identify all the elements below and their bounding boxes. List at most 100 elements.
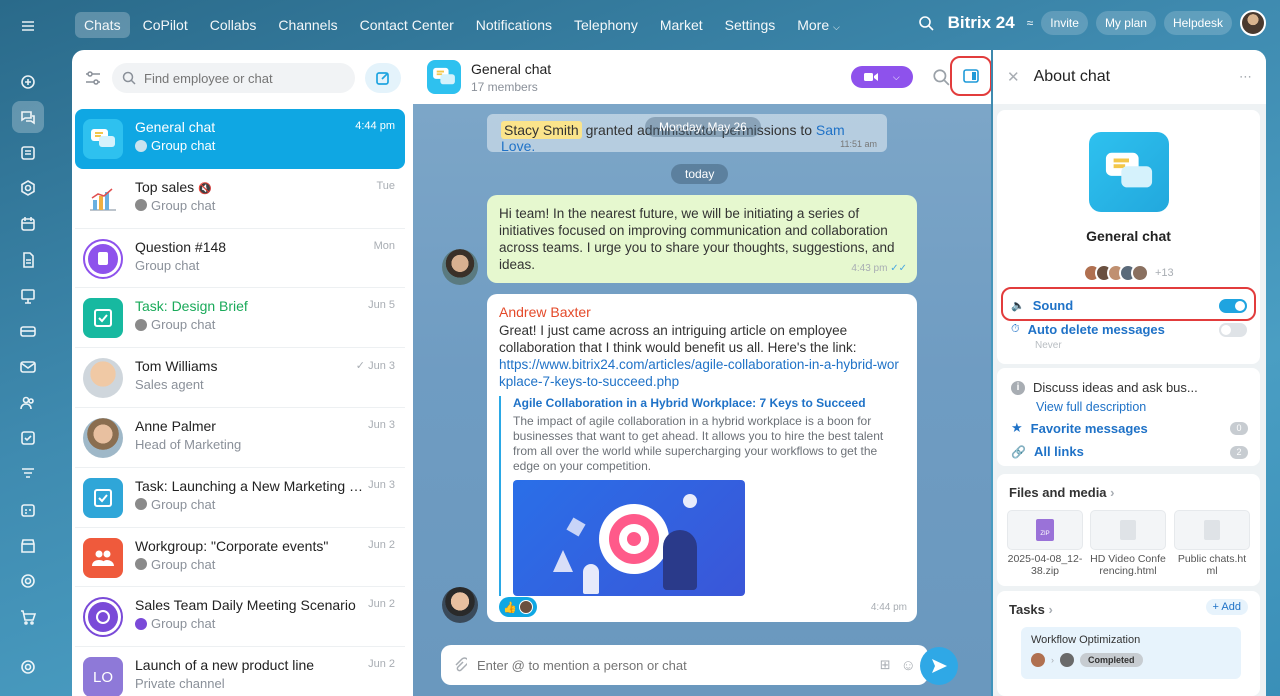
- tab-market[interactable]: Market: [651, 12, 712, 38]
- auto-delete-toggle[interactable]: [1219, 323, 1247, 337]
- tab-chats[interactable]: Chats: [75, 12, 130, 38]
- collabs-icon[interactable]: [12, 172, 44, 204]
- message-author[interactable]: Andrew Baxter: [499, 304, 905, 321]
- search-icon[interactable]: [918, 15, 934, 31]
- filter-icon[interactable]: [12, 458, 44, 490]
- chat-item-anne-palmer[interactable]: Anne Palmer Head of Marketing Jun 3: [75, 408, 405, 468]
- members-count[interactable]: 17 members: [471, 80, 551, 94]
- cart-icon[interactable]: [12, 601, 44, 633]
- tab-more[interactable]: More ⌵: [788, 12, 849, 38]
- chat-subtitle: Group chat: [151, 197, 216, 213]
- file-item[interactable]: ZIP 2025-04-08_12-38.zip: [1007, 510, 1083, 577]
- chevron-right-icon: ›: [1051, 655, 1054, 665]
- employees-icon[interactable]: [12, 387, 44, 419]
- sound-toggle[interactable]: [1219, 299, 1247, 313]
- schedule-icon[interactable]: [12, 494, 44, 526]
- message-text: Hi team! In the nearest future, we will …: [499, 206, 895, 272]
- send-button[interactable]: [920, 647, 958, 685]
- tasks-icon[interactable]: [12, 422, 44, 454]
- preview-title[interactable]: Agile Collaboration in a Hybrid Workplac…: [513, 396, 905, 411]
- chat-item-marketing-task[interactable]: Task: Launching a New Marketing C... Gro…: [75, 468, 405, 528]
- favorites-row[interactable]: ★ Favorite messages: [1011, 420, 1148, 436]
- grid-icon[interactable]: ⊞: [880, 657, 891, 673]
- sliders-icon[interactable]: ≈: [1027, 16, 1034, 30]
- tab-collabs[interactable]: Collabs: [201, 12, 266, 38]
- feed-icon[interactable]: [12, 137, 44, 169]
- avatar[interactable]: [442, 587, 478, 623]
- chat-subtitle: Sales agent: [135, 377, 204, 393]
- tab-contact-center[interactable]: Contact Center: [351, 12, 463, 38]
- chat-item-workgroup[interactable]: Workgroup: "Corporate events" Group chat…: [75, 528, 405, 588]
- view-description-link[interactable]: View full description: [1036, 400, 1146, 414]
- reaction-badge[interactable]: 👍: [499, 597, 537, 617]
- chat-item-tom-williams[interactable]: Tom Williams Sales agent ✓ Jun 3: [75, 348, 405, 408]
- new-chat-button[interactable]: [365, 63, 401, 93]
- smile-icon[interactable]: ☺: [901, 657, 916, 674]
- menu-icon[interactable]: [12, 10, 44, 42]
- task-check-icon: [83, 477, 123, 518]
- chat-name: Workgroup: "Corporate events": [135, 537, 329, 554]
- toggle-sidebar-button[interactable]: [950, 56, 991, 96]
- user-avatar[interactable]: [1240, 10, 1266, 36]
- avatar[interactable]: [442, 249, 478, 285]
- close-icon[interactable]: ✕: [1007, 68, 1020, 86]
- tab-settings[interactable]: Settings: [716, 12, 785, 38]
- invite-button[interactable]: Invite: [1041, 11, 1088, 35]
- member-avatars[interactable]: +13: [1083, 264, 1174, 282]
- filter-sliders-icon[interactable]: [84, 69, 102, 87]
- task-item[interactable]: Workflow Optimization › Completed: [1021, 627, 1241, 679]
- mail-icon[interactable]: [12, 351, 44, 383]
- compose-icon: [376, 72, 389, 85]
- links-row[interactable]: 🔗 All links: [1011, 444, 1084, 459]
- message-input[interactable]: [477, 657, 870, 673]
- file-item[interactable]: Public chats.html: [1174, 510, 1250, 577]
- store-icon[interactable]: [12, 530, 44, 562]
- description-card: i Discuss ideas and ask bus... View full…: [997, 368, 1260, 466]
- chat-item-top-sales[interactable]: Top sales 🔇 Group chat Tue: [75, 169, 405, 229]
- tasks-section-title[interactable]: Tasks ›: [1009, 602, 1053, 617]
- search-icon[interactable]: [932, 68, 950, 86]
- avatar: [83, 417, 123, 458]
- tab-notifications[interactable]: Notifications: [467, 12, 561, 38]
- link-preview[interactable]: Agile Collaboration in a Hybrid Workplac…: [499, 396, 905, 596]
- paperclip-icon[interactable]: [453, 657, 467, 673]
- settings-gear-icon[interactable]: [12, 651, 44, 683]
- file-item[interactable]: HD Video Conferencing.html: [1090, 510, 1166, 577]
- preview-image-target[interactable]: [513, 480, 745, 596]
- search-input[interactable]: [144, 70, 334, 86]
- chat-item-general[interactable]: General chat Group chat 4:44 pm: [75, 109, 405, 169]
- chat-header: General chat 17 members ⌵: [413, 50, 991, 104]
- avatar: [1060, 653, 1074, 667]
- files-section-title[interactable]: Files and media ›: [1009, 485, 1115, 500]
- search-box[interactable]: [112, 63, 355, 93]
- clock-icon: ⏱: [1011, 323, 1020, 335]
- message-link[interactable]: https://www.bitrix24.com/articles/agile-…: [499, 356, 905, 390]
- about-chat-panel: ✕ About chat ⋯ General chat +13 🔈 Sound …: [993, 50, 1266, 696]
- chat-item-product-launch[interactable]: LO Launch of a new product line Private …: [75, 647, 405, 696]
- chats-icon[interactable]: [12, 101, 44, 133]
- chat-item-sales-meeting[interactable]: Sales Team Daily Meeting Scenario Group …: [75, 587, 405, 648]
- tab-copilot[interactable]: CoPilot: [134, 12, 197, 38]
- calendar-icon[interactable]: [12, 208, 44, 240]
- tab-channels[interactable]: Channels: [269, 12, 346, 38]
- document-icon[interactable]: [12, 244, 44, 276]
- helpdesk-button[interactable]: Helpdesk: [1163, 11, 1232, 35]
- crm-icon[interactable]: [12, 315, 44, 347]
- more-members: +13: [1155, 267, 1174, 279]
- chevron-right-icon: ›: [1048, 602, 1053, 617]
- video-call-button[interactable]: ⌵: [851, 66, 913, 88]
- group-icon: [135, 498, 147, 511]
- chat-item-question[interactable]: Question #148 Group chat Mon: [75, 229, 405, 289]
- target-icon[interactable]: [12, 565, 44, 597]
- chat-item-design-brief[interactable]: Task: Design Brief Group chat Jun 5: [75, 288, 405, 349]
- add-task-button[interactable]: + Add: [1205, 599, 1248, 615]
- link-icon: 🔗: [1011, 444, 1026, 459]
- auto-delete-value: Never: [1035, 340, 1062, 351]
- tab-telephony[interactable]: Telephony: [565, 12, 647, 38]
- chat-title[interactable]: General chat: [471, 61, 551, 77]
- presentation-icon[interactable]: [12, 280, 44, 312]
- mention-user[interactable]: Stacy Smith: [501, 121, 582, 139]
- my-plan-button[interactable]: My plan: [1095, 11, 1156, 35]
- copilot-icon[interactable]: [12, 66, 44, 98]
- more-options-icon[interactable]: ⋯: [1239, 69, 1252, 85]
